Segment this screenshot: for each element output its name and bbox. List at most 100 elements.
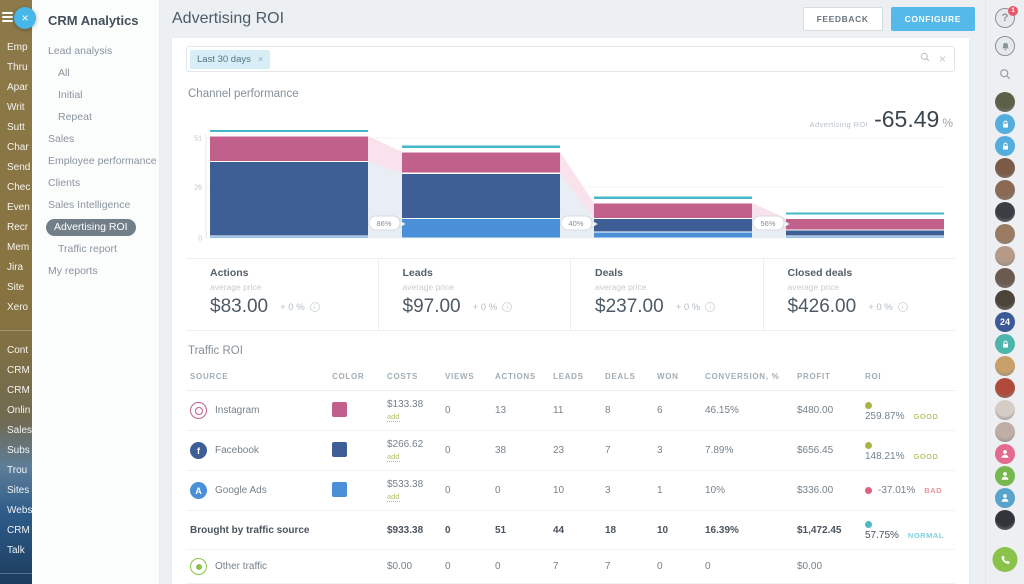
funnel-bar-segment[interactable] [210,162,368,235]
column-header-costs[interactable]: COSTS [383,361,441,391]
funnel-bar-segment[interactable] [594,203,752,217]
table-row-other-traffic[interactable]: Other traffic $0.00 0 0 7 7 0 0 $0.00 [186,550,955,584]
configure-button[interactable]: CONFIGURE [891,7,975,31]
sidebar-item-advertising-roi[interactable]: Advertising ROI [32,216,159,238]
column-header-views[interactable]: VIEWS [441,361,491,391]
background-menu-item[interactable]: Char [0,138,32,158]
background-menu-item[interactable]: Cont [0,341,32,361]
column-header-leads[interactable]: LEADS [549,361,601,391]
funnel-bar-segment[interactable] [210,137,368,161]
column-header-source[interactable]: SOURCE [186,361,328,391]
user-avatar[interactable] [995,180,1015,200]
lock-avatar[interactable] [995,136,1015,156]
funnel-bar-segment[interactable] [402,219,560,237]
color-swatch[interactable] [332,442,347,457]
background-menu-item[interactable]: Writ [0,98,32,118]
user-avatar[interactable] [995,246,1015,266]
person-avatar[interactable] [995,488,1015,508]
hamburger-menu-icon[interactable] [2,12,14,24]
funnel-bar-segment[interactable] [786,231,944,236]
user-avatar[interactable] [995,92,1015,112]
sidebar-item-sales[interactable]: Sales [32,128,159,150]
background-menu-item[interactable]: CRM [0,361,32,381]
info-icon[interactable]: i [705,302,715,312]
sidebar-item-employee-performance[interactable]: Employee performance [32,150,159,172]
background-menu-item[interactable]: Onlin [0,401,32,421]
info-icon[interactable]: i [310,302,320,312]
user-avatar[interactable] [995,510,1015,530]
table-row-instagram[interactable]: Instagram $133.38add 0 13 11 8 6 46.15% … [186,391,955,431]
table-row-brought-by-traffic-source[interactable]: Brought by traffic source $933.38 0 51 4… [186,511,955,550]
phone-button[interactable] [993,547,1018,572]
info-icon[interactable]: i [898,302,908,312]
info-icon[interactable]: i [502,302,512,312]
costs-add-link[interactable]: add [387,492,400,502]
user-avatar[interactable] [995,202,1015,222]
person-avatar[interactable] [995,466,1015,486]
user-avatar[interactable] [995,224,1015,244]
user-avatar[interactable] [995,290,1015,310]
date-filter-chip[interactable]: Last 30 days × [190,50,270,69]
counter-avatar[interactable]: 24 [995,312,1015,332]
bell-icon[interactable] [995,36,1015,56]
sidebar-item-repeat[interactable]: Repeat [32,106,159,128]
background-menu-item[interactable]: Recr [0,218,32,238]
column-header-color[interactable]: COLOR [328,361,383,391]
lock-avatar[interactable] [995,334,1015,354]
background-menu-item[interactable]: Trou [0,461,32,481]
sidebar-item-initial[interactable]: Initial [32,84,159,106]
background-menu-item[interactable]: Emp [0,38,32,58]
background-menu-item[interactable]: Webs [0,501,32,521]
background-menu-item[interactable]: Xero [0,298,32,318]
lock-avatar[interactable] [995,114,1015,134]
funnel-bar-segment[interactable] [210,237,368,238]
background-menu-item[interactable]: Sutt [0,118,32,138]
user-avatar[interactable] [995,158,1015,178]
sidebar-item-sales-intelligence[interactable]: Sales Intelligence [32,194,159,216]
help-icon[interactable]: ?1 [995,8,1015,28]
sidebar-item-clients[interactable]: Clients [32,172,159,194]
column-header-won[interactable]: WON [653,361,701,391]
funnel-bar-segment[interactable] [402,174,560,218]
funnel-bar-segment[interactable] [786,219,944,230]
user-avatar[interactable] [995,400,1015,420]
background-menu-item[interactable]: Even [0,198,32,218]
background-menu-item[interactable]: Mem [0,238,32,258]
funnel-bar-segment[interactable] [786,237,944,238]
background-menu-item[interactable]: Send [0,158,32,178]
background-menu-item[interactable]: Sales [0,421,32,441]
column-header-profit[interactable]: PROFIT [793,361,861,391]
funnel-bar-segment[interactable] [594,233,752,238]
background-menu-item[interactable]: Apar [0,78,32,98]
user-avatar[interactable] [995,422,1015,442]
costs-add-link[interactable]: add [387,412,400,422]
filter-search-icon[interactable] [919,50,931,68]
funnel-bar-segment[interactable] [402,152,560,172]
column-header-actions[interactable]: ACTIONS [491,361,549,391]
sidebar-item-lead-analysis[interactable]: Lead analysis [32,40,159,62]
background-menu-item[interactable]: CRM [0,521,32,541]
table-row-facebook[interactable]: fFacebook $266.62add 0 38 23 7 3 7.89% $… [186,431,955,471]
color-swatch[interactable] [332,402,347,417]
chip-remove-icon[interactable]: × [258,54,263,64]
costs-add-link[interactable]: add [387,452,400,462]
person-avatar[interactable] [995,444,1015,464]
background-menu-item[interactable]: Site [0,278,32,298]
background-menu-item[interactable]: Chec [0,178,32,198]
background-menu-item[interactable]: Subs [0,441,32,461]
funnel-bar-segment[interactable] [594,219,752,232]
sidebar-item-all[interactable]: All [32,62,159,84]
background-menu-item[interactable]: CRM [0,381,32,401]
color-swatch[interactable] [332,482,347,497]
user-avatar[interactable] [995,378,1015,398]
feedback-button[interactable]: FEEDBACK [803,7,883,31]
user-avatar[interactable] [995,356,1015,376]
background-menu-item[interactable]: Jira [0,258,32,278]
column-header-conversion[interactable]: CONVERSION, % [701,361,793,391]
table-row-google-ads[interactable]: AGoogle Ads $533.38add 0 0 10 3 1 10% $3… [186,471,955,511]
column-header-deals[interactable]: DEALS [601,361,653,391]
background-menu-item[interactable]: Sites [0,481,32,501]
user-avatar[interactable] [995,268,1015,288]
overlay-close-button[interactable]: × [14,7,36,29]
toolbar-search-icon[interactable] [995,64,1015,84]
